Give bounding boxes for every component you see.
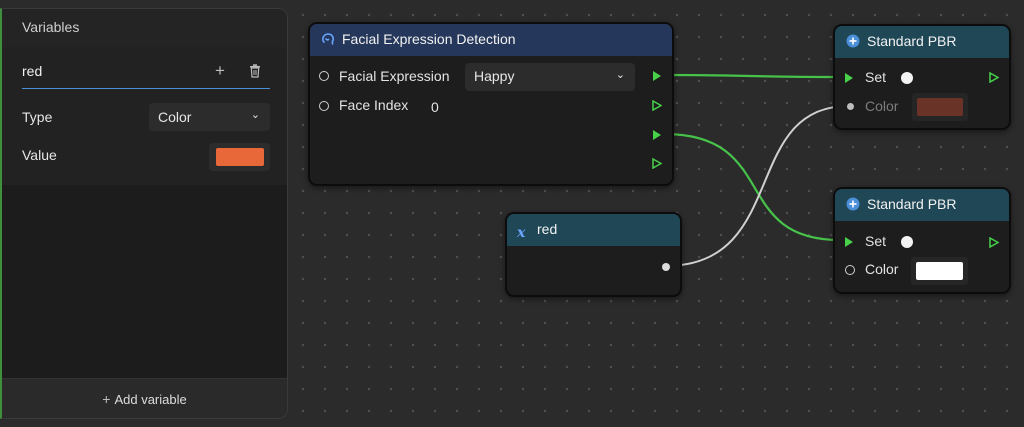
color-picker[interactable] — [911, 257, 968, 285]
chevron-down-icon: ⌄ — [250, 109, 260, 121]
wire-flow-to-bottom-set — [663, 132, 841, 242]
expression-input-port[interactable] — [319, 71, 329, 81]
color-swatch[interactable] — [916, 262, 963, 280]
expression-label: Facial Expression — [339, 68, 450, 84]
variable-x-icon: x — [517, 225, 526, 241]
color-input-port[interactable] — [845, 265, 855, 275]
plus-icon: + — [102, 391, 111, 407]
set-label: Set — [865, 69, 887, 85]
variables-panel: Variables red + Type Color ⌄ Value + Add… — [0, 8, 288, 419]
plus-icon[interactable]: + — [215, 61, 225, 81]
chevron-down-icon: ⌄ — [615, 69, 625, 81]
node-title: Facial Expression Detection — [342, 31, 516, 47]
flow-output-port-4[interactable] — [652, 158, 662, 169]
flow-output-port-3[interactable] — [653, 130, 661, 140]
node-header[interactable]: Standard PBR — [835, 26, 1009, 58]
set-label: Set — [865, 233, 887, 249]
plus-circle-icon — [846, 34, 860, 48]
variable-output-port[interactable] — [662, 263, 670, 271]
flow-output-port-1[interactable] — [653, 71, 661, 81]
face-index-value[interactable]: 0 — [431, 99, 439, 115]
value-color-swatch[interactable] — [216, 148, 264, 166]
node-title: Standard PBR — [867, 196, 957, 212]
expression-value: Happy — [474, 68, 515, 84]
color-swatch[interactable] — [917, 98, 963, 116]
panel-title: Variables — [2, 9, 287, 47]
variable-entry: red + Type Color ⌄ Value — [2, 47, 287, 185]
set-toggle[interactable] — [901, 72, 913, 84]
set-input-port[interactable] — [845, 237, 853, 247]
flow-output-port[interactable] — [989, 237, 999, 248]
flow-output-port[interactable] — [989, 72, 999, 83]
value-label: Value — [22, 147, 57, 163]
wire-expression-to-top-set — [663, 73, 841, 79]
standard-pbr-node-top[interactable]: Standard PBR Set Color — [833, 24, 1011, 130]
color-label: Color — [865, 98, 899, 114]
type-label: Type — [22, 109, 53, 125]
add-variable-label: Add variable — [114, 392, 187, 407]
node-header[interactable]: Standard PBR — [835, 189, 1009, 221]
node-title: red — [537, 221, 558, 237]
variable-node[interactable]: x red — [505, 212, 682, 297]
face-icon — [322, 33, 334, 45]
plus-circle-icon — [846, 197, 860, 211]
add-variable-button[interactable]: + Add variable — [2, 378, 287, 418]
color-input-port[interactable] — [847, 103, 854, 110]
wire-red-to-top-color — [664, 105, 850, 267]
set-toggle[interactable] — [901, 236, 913, 248]
color-picker[interactable] — [912, 93, 968, 121]
node-graph-canvas[interactable]: Variables red + Type Color ⌄ Value + Add… — [0, 0, 1024, 427]
type-select[interactable]: Color ⌄ — [149, 103, 270, 131]
flow-output-port-2[interactable] — [652, 100, 662, 111]
variable-name[interactable]: red — [22, 63, 42, 79]
facial-expression-node[interactable]: Facial Expression Detection Facial Expre… — [308, 22, 674, 186]
face-index-label: Face Index — [339, 97, 409, 113]
node-header[interactable]: x red — [507, 214, 680, 246]
node-header[interactable]: Facial Expression Detection — [310, 24, 672, 56]
standard-pbr-node-bottom[interactable]: Standard PBR Set Color — [833, 187, 1011, 294]
set-input-port[interactable] — [845, 73, 853, 83]
face-index-input-port[interactable] — [319, 101, 329, 111]
value-color-picker[interactable] — [209, 143, 270, 171]
trash-icon[interactable] — [249, 64, 261, 78]
type-value: Color — [158, 109, 192, 125]
node-title: Standard PBR — [867, 33, 957, 49]
expression-dropdown[interactable]: Happy ⌄ — [465, 63, 635, 91]
color-label: Color — [865, 261, 899, 277]
variable-name-field[interactable]: red + — [22, 59, 270, 89]
